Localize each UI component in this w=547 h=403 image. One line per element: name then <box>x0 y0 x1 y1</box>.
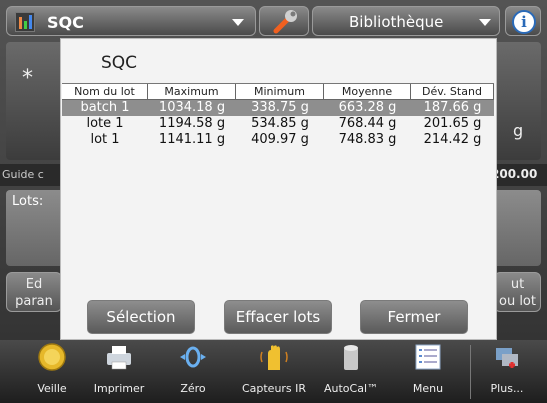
standby-icon <box>38 343 66 371</box>
ir-sensors-button[interactable]: Capteurs IR <box>242 342 306 400</box>
zero-icon <box>180 346 206 368</box>
application-icon <box>15 12 35 32</box>
toolbar-label: Veille <box>37 382 67 395</box>
clear-lots-button[interactable]: Effacer lots <box>224 300 332 334</box>
table-row[interactable]: batch 1 1034.18 g 338.75 g 663.28 g 187.… <box>62 100 494 116</box>
select-button[interactable]: Sélection <box>87 300 195 334</box>
lot-name-cell: batch 1 <box>80 100 130 115</box>
printer-icon <box>107 346 131 370</box>
menu-icon <box>415 344 441 370</box>
weight-unit: g <box>513 121 524 140</box>
minimum-cell: 534.85 g <box>251 116 309 131</box>
lot-name-cell: lote 1 <box>86 116 124 131</box>
table-row[interactable]: lot 1 1141.11 g 409.97 g 748.83 g 214.42… <box>62 132 494 148</box>
column-header: Dév. Stand <box>411 84 494 100</box>
minimum-cell: 338.75 g <box>251 100 309 115</box>
dialog-title: SQC <box>101 53 138 73</box>
stable-indicator: * <box>22 66 33 91</box>
average-cell: 663.28 g <box>338 100 397 115</box>
chevron-down-icon <box>479 19 491 26</box>
lot-button[interactable]: ut ou lot <box>494 272 541 312</box>
guide-value: 200.00 <box>491 167 538 181</box>
guide-text: Guide c <box>2 168 44 181</box>
maximum-cell: 1194.58 g <box>158 116 226 131</box>
table-row[interactable]: lote 1 1194.58 g 534.85 g 768.44 g 201.6… <box>62 116 494 132</box>
standby-button[interactable]: Veille <box>20 342 84 400</box>
more-icon <box>496 348 518 368</box>
lots-label: Lots: <box>12 194 44 209</box>
more-button[interactable]: Plus... <box>475 342 539 400</box>
minimum-cell: 409.97 g <box>251 132 309 147</box>
average-cell: 748.83 g <box>338 132 397 147</box>
column-header: Nom du lot <box>62 84 148 100</box>
sqc-dialog: SQC Nom du lot Maximum Minimum Moyenne D… <box>60 38 497 340</box>
autocal-button[interactable]: AutoCal™ <box>319 342 383 400</box>
std-dev-cell: 187.66 g <box>423 100 482 115</box>
zero-button[interactable]: Zéro <box>161 342 225 400</box>
info-icon: i <box>512 10 536 34</box>
column-header: Minimum <box>236 84 324 100</box>
toolbar-label: Menu <box>412 382 444 395</box>
maximum-cell: 1034.18 g <box>158 100 226 115</box>
column-header: Maximum <box>148 84 236 100</box>
toolbar-label: Zéro <box>180 382 206 395</box>
std-dev-cell: 214.42 g <box>423 132 482 147</box>
chevron-down-icon <box>232 19 244 26</box>
lots-table: Nom du lot Maximum Minimum Moyenne Dév. … <box>62 83 494 148</box>
lot-name-cell: lot 1 <box>90 132 120 147</box>
autocal-icon <box>344 345 358 370</box>
application-selector[interactable]: SQC <box>6 6 256 36</box>
column-header: Moyenne <box>324 84 411 100</box>
toolbar-label: Capteurs IR <box>241 382 307 395</box>
wrench-icon <box>273 10 297 34</box>
toolbar-label: AutoCal™ <box>323 382 379 395</box>
ir-sensor-icon <box>260 345 288 370</box>
toolbar-label: Plus... <box>490 382 524 395</box>
close-button[interactable]: Fermer <box>360 300 468 334</box>
library-selector[interactable]: Bibliothèque <box>312 6 500 36</box>
top-bar: SQC Bibliothèque i <box>6 6 541 36</box>
table-header: Nom du lot Maximum Minimum Moyenne Dév. … <box>62 83 494 100</box>
std-dev-cell: 201.65 g <box>423 116 482 131</box>
info-button[interactable]: i <box>505 6 541 36</box>
print-button[interactable]: Imprimer <box>87 342 151 400</box>
menu-button[interactable]: Menu <box>396 342 460 400</box>
maximum-cell: 1141.11 g <box>158 132 226 147</box>
average-cell: 768.44 g <box>338 116 397 131</box>
settings-wrench-button[interactable] <box>259 6 309 36</box>
toolbar-label: Imprimer <box>93 382 145 395</box>
edit-parameters-button[interactable]: Ed paran <box>6 272 62 312</box>
library-label: Bibliothèque <box>349 13 444 31</box>
application-title: SQC <box>47 13 84 32</box>
